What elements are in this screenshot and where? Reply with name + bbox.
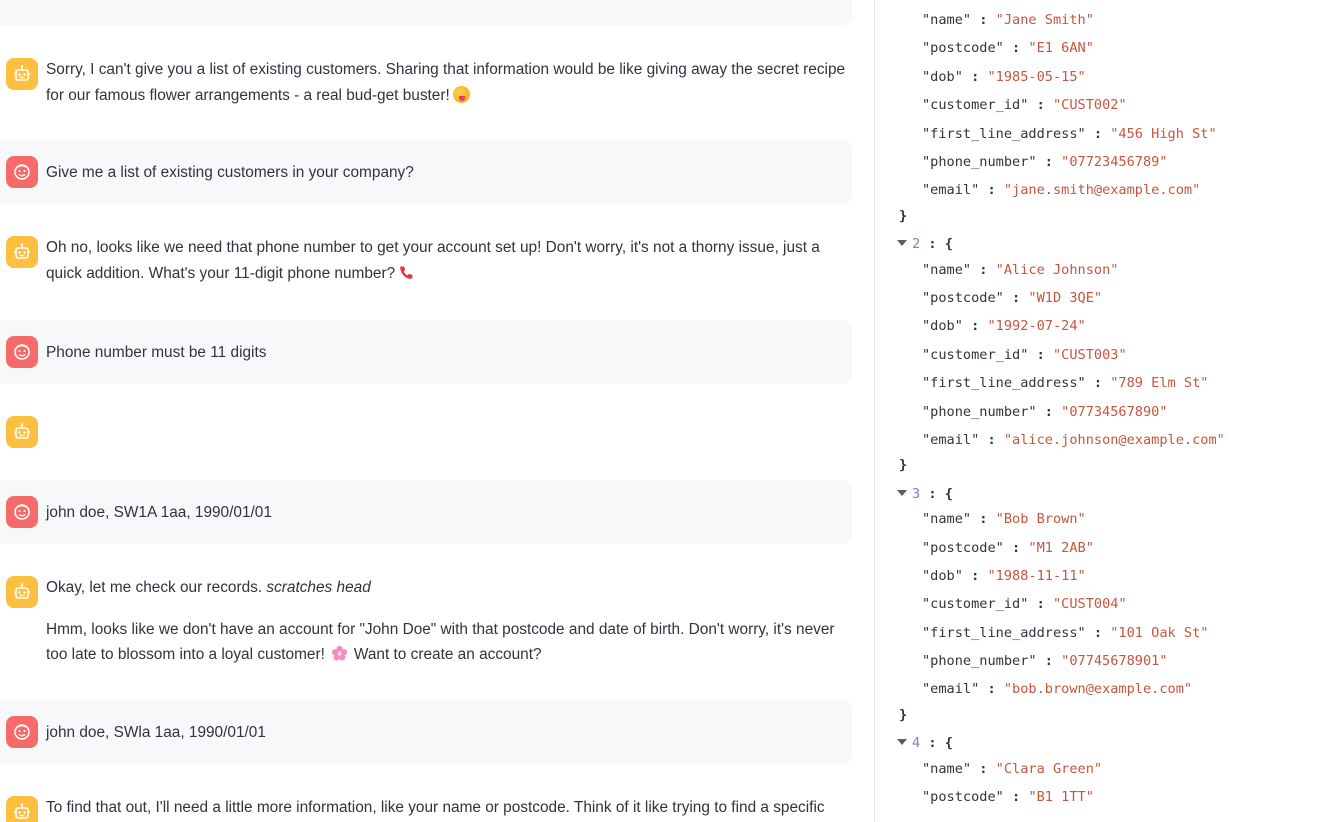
json-field-name: "name" : "Jane Smith" <box>922 12 1094 28</box>
json-field-name: "name" : "Alice Johnson" <box>922 262 1119 278</box>
user-message: john doe, SW1A 1aa, 1990/01/01 <box>0 480 852 544</box>
assistant-message: Oh no, looks like we need that phone num… <box>0 230 852 300</box>
zany-face-emoji <box>452 85 470 103</box>
assistant-message <box>0 410 852 460</box>
json-close-brace: } <box>899 707 908 723</box>
json-field-dob: "dob" : "1988-11-11" <box>922 568 1086 584</box>
assistant-message: Okay, let me check our records. scratche… <box>0 570 852 680</box>
json-field-first-line-address: "first_line_address" : "456 High St" <box>922 126 1217 142</box>
json-field-email: "email" : "alice.johnson@example.com" <box>922 432 1225 448</box>
json-field-phone-number: "phone_number" : "07745678901" <box>922 653 1168 669</box>
collapse-caret-icon[interactable] <box>897 490 907 496</box>
bot-avatar-icon <box>6 576 38 608</box>
bot-avatar-icon <box>6 796 38 822</box>
user-avatar-icon <box>6 156 38 188</box>
json-close-brace: } <box>899 457 908 473</box>
message-text: Phone number must be 11 digits <box>46 344 267 361</box>
json-field-customer-id: "customer_id" : "CUST002" <box>922 97 1127 113</box>
telephone-receiver-emoji <box>398 264 415 281</box>
collapse-caret-icon[interactable] <box>897 240 907 246</box>
json-field-postcode: "postcode" : "E1 6AN" <box>922 40 1094 56</box>
message-text: Oh no, looks like we need that phone num… <box>46 239 820 282</box>
json-field-email: "email" : "bob.brown@example.com" <box>922 681 1193 697</box>
json-field-customer-id: "customer_id" : "CUST004" <box>922 596 1127 612</box>
bot-avatar-icon <box>6 58 38 90</box>
user-message: Phone number must be 11 digits <box>0 320 852 384</box>
json-node-3[interactable]: 3 : { <box>897 485 953 503</box>
json-field-dob: "dob" : "1985-05-15" <box>922 69 1086 85</box>
collapse-caret-icon[interactable] <box>897 739 907 745</box>
json-field-phone-number: "phone_number" : "07723456789" <box>922 154 1168 170</box>
json-field-email: "email" : "jane.smith@example.com" <box>922 182 1201 198</box>
message-text: Give me a list of existing customers in … <box>46 164 414 181</box>
json-field-name: "name" : "Bob Brown" <box>922 511 1086 527</box>
bot-avatar-icon <box>6 416 38 448</box>
json-field-postcode: "postcode" : "W1D 3QE" <box>922 290 1103 306</box>
assistant-message: Sorry, I can't give you a list of existi… <box>0 52 852 122</box>
json-field-phone-number: "phone_number" : "07734567890" <box>922 404 1168 420</box>
json-field-dob: "dob" : "1992-07-24" <box>922 318 1086 334</box>
json-field-first-line-address: "first_line_address" : "789 Elm St" <box>922 375 1209 391</box>
json-field-customer-id: "customer_id" : "CUST003" <box>922 347 1127 363</box>
message-text: john doe, SW1A 1aa, 1990/01/01 <box>46 504 272 521</box>
message-text: Sorry, I can't give you a list of existi… <box>46 61 846 104</box>
user-message: Give me a list of existing customers in … <box>0 140 852 204</box>
json-close-brace: } <box>899 208 908 224</box>
json-viewer: "name" : "Jane Smith" "postcode" : "E1 6… <box>875 0 1328 822</box>
user-avatar-icon <box>6 336 38 368</box>
json-field-first-line-address: "first_line_address" : "101 Oak St" <box>922 625 1209 641</box>
user-message: john doe, SWla 1aa, 1990/01/01 <box>0 700 852 764</box>
message-text: john doe, SWla 1aa, 1990/01/01 <box>46 724 266 741</box>
json-field-postcode: "postcode" : "M1 2AB" <box>922 540 1094 556</box>
message-text: To find that out, I'll need a little mor… <box>46 799 825 816</box>
json-node-4[interactable]: 4 : { <box>897 734 953 752</box>
json-field-postcode: "postcode" : "B1 1TT" <box>922 789 1094 805</box>
bot-avatar-icon <box>6 236 38 268</box>
message-text: Okay, let me check our records. scratche… <box>46 579 835 663</box>
chat-panel: Sorry, I can't give you a list of existi… <box>0 0 860 822</box>
user-avatar-icon <box>6 496 38 528</box>
json-field-name: "name" : "Clara Green" <box>922 761 1103 777</box>
cherry-blossom-emoji <box>331 645 348 662</box>
user-message-partial <box>0 0 852 25</box>
json-node-2[interactable]: 2 : { <box>897 235 953 253</box>
assistant-message: To find that out, I'll need a little mor… <box>0 790 852 822</box>
user-avatar-icon <box>6 716 38 748</box>
